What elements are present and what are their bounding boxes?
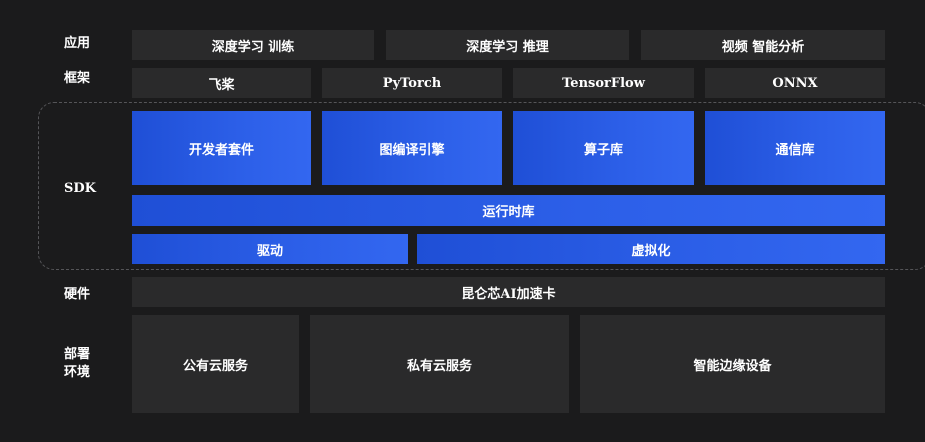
app-inference-box: 深度学习 推理 [386, 30, 629, 60]
deploy-private-cloud-box: 私有云服务 [310, 315, 569, 413]
framework-onnx-box: ONNX [705, 68, 885, 98]
framework-layer-label: 框架 [64, 71, 91, 86]
architecture-diagram: 应用 深度学习 训练 深度学习 推理 视频 智能分析 框架 飞桨 PyTorch… [0, 0, 925, 442]
sdk-operator-library-box: 算子库 [513, 111, 694, 185]
sdk-driver-box: 驱动 [132, 234, 408, 264]
deployment-layer-label-line1: 部署 [64, 347, 91, 362]
sdk-virtualization-box: 虚拟化 [417, 234, 885, 264]
framework-pytorch-box: PyTorch [322, 68, 502, 98]
framework-paddle-box: 飞桨 [132, 68, 311, 98]
sdk-developer-kit-box: 开发者套件 [132, 111, 311, 185]
hardware-accelerator-card-box: 昆仑芯AI加速卡 [132, 277, 885, 307]
sdk-runtime-library-box: 运行时库 [132, 195, 885, 226]
deploy-edge-device-box: 智能边缘设备 [580, 315, 885, 413]
deploy-public-cloud-box: 公有云服务 [132, 315, 299, 413]
app-training-box: 深度学习 训练 [132, 30, 374, 60]
hardware-layer-label: 硬件 [64, 287, 91, 302]
sdk-layer-label: SDK [64, 181, 96, 196]
sdk-graph-compiler-box: 图编译引擎 [322, 111, 502, 185]
deployment-layer-label-line2: 环境 [64, 365, 91, 380]
sdk-communication-library-box: 通信库 [705, 111, 885, 185]
app-video-analysis-box: 视频 智能分析 [641, 30, 885, 60]
framework-tensorflow-box: TensorFlow [513, 68, 694, 98]
application-layer-label: 应用 [64, 36, 91, 51]
